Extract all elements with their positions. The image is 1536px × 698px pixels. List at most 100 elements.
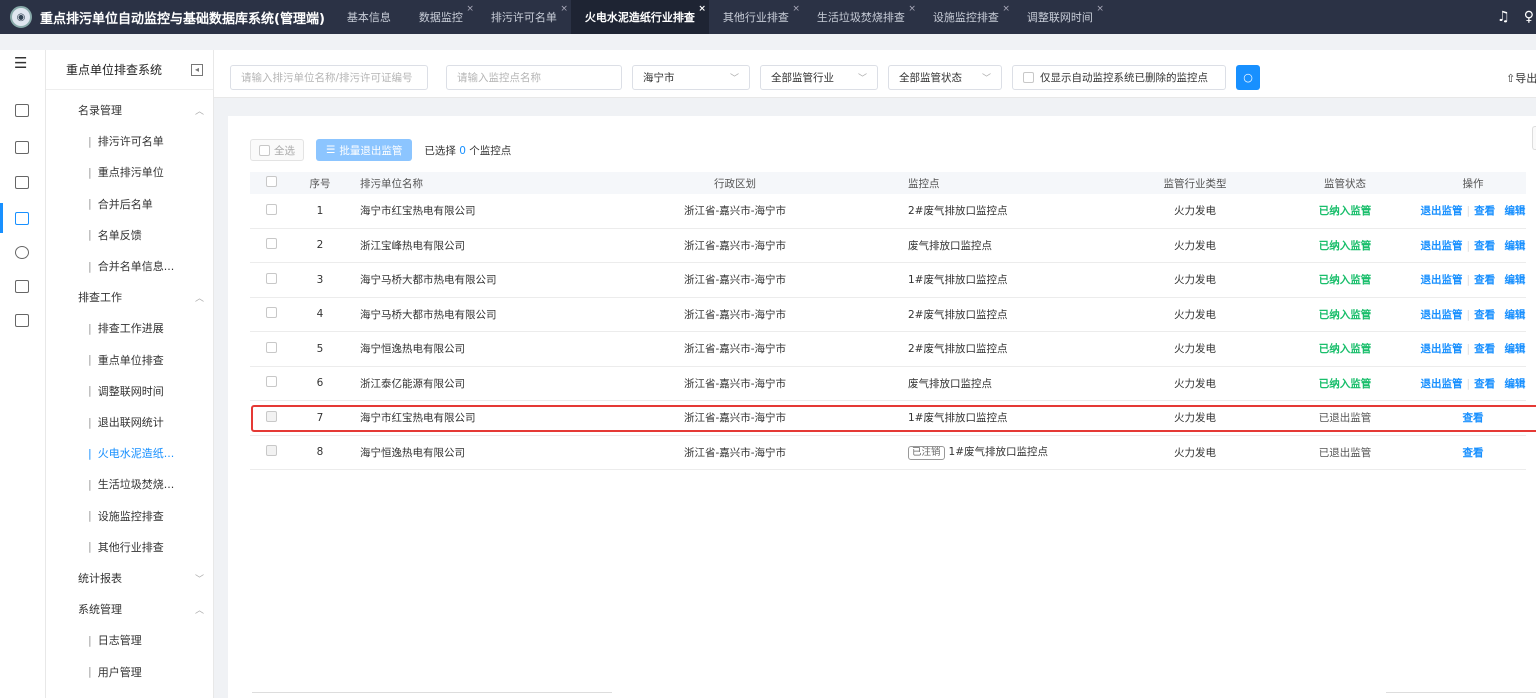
view-link[interactable]: 查看 <box>1474 205 1495 217</box>
row-checkbox[interactable] <box>266 376 277 388</box>
export-button[interactable]: ⇧导出 <box>1506 70 1536 86</box>
sidebar-item-3-1[interactable]: | 用户管理 <box>46 657 214 687</box>
exit-supervision-link[interactable]: 退出监管 <box>1421 309 1463 321</box>
sidebar-item-0-1[interactable]: | 重点排污单位 <box>46 157 214 187</box>
edit-link[interactable]: 编辑 <box>1504 343 1525 355</box>
view-link[interactable]: 查看 <box>1474 309 1495 321</box>
inspection-icon[interactable] <box>15 212 29 225</box>
chart-icon[interactable] <box>15 141 29 154</box>
menu-toggle-icon[interactable]: ☰ <box>14 54 27 72</box>
close-icon[interactable]: × <box>1096 4 1104 14</box>
user-icon[interactable]: ♀ <box>1524 9 1534 25</box>
exit-supervision-link[interactable]: 退出监管 <box>1421 240 1463 252</box>
row-checkbox[interactable] <box>266 272 277 284</box>
row-checkbox[interactable] <box>266 238 277 250</box>
batch-exit-button[interactable]: ☰ 批量退出监管 <box>316 139 413 161</box>
row-checkbox[interactable] <box>266 445 277 457</box>
header-checkbox[interactable] <box>266 176 277 187</box>
view-link[interactable]: 查看 <box>1474 343 1495 355</box>
sidebar-item-1-4[interactable]: | 火电水泥造纸... <box>46 438 214 468</box>
select-all-checkbox[interactable] <box>259 144 270 156</box>
status-select[interactable]: 全部监管状态 ﹀ <box>888 65 1002 90</box>
row-checkbox[interactable] <box>266 203 277 215</box>
sidebar-item-label: 排查工作进展 <box>97 322 164 336</box>
sidebar-item-1-0[interactable]: | 排查工作进展 <box>46 313 214 343</box>
tab-0[interactable]: 基本信息 <box>333 0 405 34</box>
tab-6[interactable]: 设施监控排查 × <box>919 0 1013 34</box>
view-link[interactable]: 查看 <box>1463 447 1484 459</box>
edit-link[interactable]: 编辑 <box>1504 240 1525 252</box>
tab-7[interactable]: 调整联网时间 × <box>1013 0 1107 34</box>
monitor-icon[interactable] <box>15 246 29 259</box>
sidebar-item-1-1[interactable]: | 重点单位排查 <box>46 345 214 375</box>
chevron-up-icon: ︿ <box>194 293 204 304</box>
sidebar-group-1[interactable]: 排查工作 ︿ <box>46 282 214 312</box>
sidebar-item-1-5[interactable]: | 生活垃圾焚烧... <box>46 469 214 499</box>
tab-label: 其他行业排查 <box>722 11 789 24</box>
view-link[interactable]: 查看 <box>1474 240 1495 252</box>
view-link[interactable]: 查看 <box>1474 378 1495 390</box>
table-row: 8 海宁恒逸热电有限公司 浙江省-嘉兴市-海宁市 已注销 1#废气排放口监控点 火力发电已… <box>250 436 1526 470</box>
close-icon[interactable]: × <box>792 4 800 14</box>
dashboard-icon[interactable] <box>15 104 29 117</box>
report-icon[interactable] <box>15 280 29 293</box>
view-link[interactable]: 查看 <box>1463 412 1484 424</box>
close-icon[interactable]: × <box>560 4 568 14</box>
edit-link[interactable]: 编辑 <box>1504 378 1525 390</box>
sidebar-item-1-2[interactable]: | 调整联网时间 <box>46 376 214 406</box>
sidebar-item-0-0[interactable]: | 排污许可名单 <box>46 126 214 156</box>
settings-panel-icon[interactable] <box>15 314 29 327</box>
sidebar-item-0-4[interactable]: | 合并名单信息... <box>46 251 214 281</box>
search-button[interactable]: ○ <box>1236 65 1260 90</box>
deleted-only-checkbox[interactable] <box>1023 72 1034 83</box>
close-icon[interactable]: × <box>698 4 706 14</box>
edit-link[interactable]: 编辑 <box>1504 205 1525 217</box>
deleted-only-filter[interactable]: 仅显示自动监控系统已删除的监控点 <box>1012 65 1226 90</box>
tab-2[interactable]: 排污许可名单 × <box>477 0 571 34</box>
close-icon[interactable]: × <box>1002 4 1010 14</box>
row-checkbox[interactable] <box>266 341 277 353</box>
header-status: 监管状态 <box>1324 177 1366 190</box>
unit-search-input[interactable] <box>241 71 427 84</box>
view-link[interactable]: 查看 <box>1474 274 1495 286</box>
select-all-button[interactable]: 全选 <box>250 139 304 161</box>
close-icon[interactable]: × <box>908 4 916 14</box>
close-icon[interactable]: × <box>466 4 474 14</box>
edit-link[interactable]: 编辑 <box>1504 309 1525 321</box>
tab-4[interactable]: 其他行业排查 × <box>709 0 803 34</box>
sidebar-item-label: 合并名单信息... <box>97 260 175 273</box>
row-checkbox[interactable] <box>266 307 277 319</box>
pagination-divider <box>252 692 612 693</box>
tab-5[interactable]: 生活垃圾焚烧排查 × <box>803 0 919 34</box>
city-select[interactable]: 海宁市 ﹀ <box>632 65 750 90</box>
sidebar-item-1-3[interactable]: | 退出联网统计 <box>46 407 214 437</box>
exit-supervision-link[interactable]: 退出监管 <box>1421 378 1463 390</box>
sidebar-item-0-3[interactable]: | 名单反馈 <box>46 220 214 250</box>
collapse-sidebar-icon[interactable]: ◂ <box>191 64 203 76</box>
row-region: 浙江省-嘉兴市-海宁市 <box>683 308 787 321</box>
sidebar-item-1-7[interactable]: | 其他行业排查 <box>46 532 214 562</box>
sidebar-item-3-0[interactable]: | 日志管理 <box>46 625 214 655</box>
unit-search-field[interactable] <box>230 65 428 90</box>
document-search-icon[interactable] <box>15 176 29 189</box>
row-checkbox[interactable] <box>266 410 277 422</box>
point-search-field[interactable] <box>446 65 622 90</box>
industry-select[interactable]: 全部监管行业 ﹀ <box>760 65 878 90</box>
sidebar-group-2[interactable]: 统计报表 ﹀ <box>46 563 214 593</box>
exit-supervision-link[interactable]: 退出监管 <box>1421 205 1463 217</box>
point-search-input[interactable] <box>457 71 621 84</box>
side-drawer-handle[interactable] <box>1532 126 1536 150</box>
exit-supervision-link[interactable]: 退出监管 <box>1421 343 1463 355</box>
header-ops: 操作 <box>1462 177 1484 190</box>
exit-supervision-link[interactable]: 退出监管 <box>1421 274 1463 286</box>
tab-3[interactable]: 火电水泥造纸行业排查 × <box>570 0 709 34</box>
sidebar-group-3[interactable]: 系统管理 ︿ <box>46 594 214 624</box>
row-region: 浙江省-嘉兴市-海宁市 <box>683 446 787 459</box>
bell-icon[interactable]: ♫ <box>1497 9 1510 25</box>
tab-1[interactable]: 数据监控 × <box>405 0 477 34</box>
sidebar-item-1-6[interactable]: | 设施监控排查 <box>46 501 214 531</box>
sidebar-group-0[interactable]: 名录管理 ︿ <box>46 95 214 125</box>
sidebar-item-0-2[interactable]: | 合并后名单 <box>46 189 214 219</box>
edit-link[interactable]: 编辑 <box>1504 274 1525 286</box>
tab-label: 生活垃圾焚烧排查 <box>816 11 905 24</box>
